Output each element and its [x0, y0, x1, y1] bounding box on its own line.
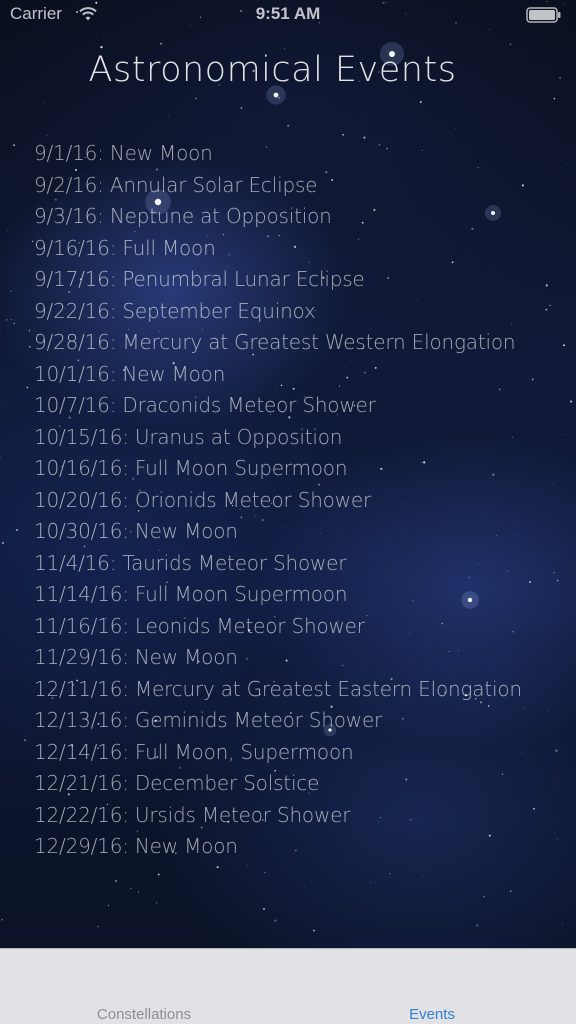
event-list-item: 9/16/16: Full Moon [34, 235, 216, 260]
event-list-item: 9/22/16: September Equinox [34, 298, 316, 323]
event-list-item: 12/14/16: Full Moon, Supermoon [34, 739, 354, 764]
event-list-item: 11/29/16: New Moon [34, 645, 238, 669]
event-list-item: 12/22/16: Ursids Meteor Shower [34, 802, 351, 827]
event-list-item: 10/15/16: Uranus at Opposition [34, 424, 343, 449]
page-title: Astronomical Events [88, 50, 457, 90]
event-list-item: 12/11/16: Mercury at Greatest Eastern El… [34, 676, 522, 701]
event-list-item: 10/1/16: New Moon [34, 361, 226, 386]
app-screen: Carrier 9:51 AM Astronomical Events 9/1/… [0, 0, 576, 1024]
event-list-item: 12/21/16: December Solstice [34, 771, 320, 795]
status-bar: Carrier 9:51 AM [0, 0, 576, 30]
tab-constellations-label: Constellations [96, 1006, 192, 1023]
event-list-item: 10/30/16: New Moon [34, 519, 238, 543]
event-list-item: 10/20/16: Orionids Meteor Shower [34, 487, 371, 512]
status-time: 9:51 AM [255, 4, 321, 23]
event-list-item: 11/4/16: Taurids Meteor Shower [34, 550, 347, 575]
battery-icon [526, 7, 561, 23]
event-list-item: 9/3/16: Neptune at Opposition [34, 204, 332, 228]
event-list-item: 9/28/16: Mercury at Greatest Western Elo… [34, 330, 516, 354]
tab-events-label: Events [409, 1006, 455, 1023]
event-list-item: 11/16/16: Leonids Meteor Shower [34, 613, 365, 638]
tab-bar: Constellations Events [0, 948, 576, 1024]
tab-constellations[interactable]: Constellations [0, 949, 288, 1024]
event-list-item: 12/29/16: New Moon [34, 834, 238, 858]
event-list-item: 9/17/16: Penumbral Lunar Eclipse [34, 267, 365, 291]
event-list-item: 11/14/16: Full Moon Supermoon [34, 582, 348, 606]
event-list-item: 9/2/16: Annular Solar Eclipse [34, 172, 318, 197]
event-list-item: 10/16/16: Full Moon Supermoon [34, 456, 348, 480]
events-list: 9/1/16: New Moon 9/2/16: Annular Solar Ec… [34, 138, 564, 863]
tab-events[interactable]: Events [288, 949, 576, 1024]
event-list-item: 9/1/16: New Moon [34, 141, 213, 165]
event-list-item: 12/13/16: Geminids Meteor Shower [34, 708, 383, 732]
event-list-item: 10/7/16: Draconids Meteor Shower [34, 393, 376, 417]
